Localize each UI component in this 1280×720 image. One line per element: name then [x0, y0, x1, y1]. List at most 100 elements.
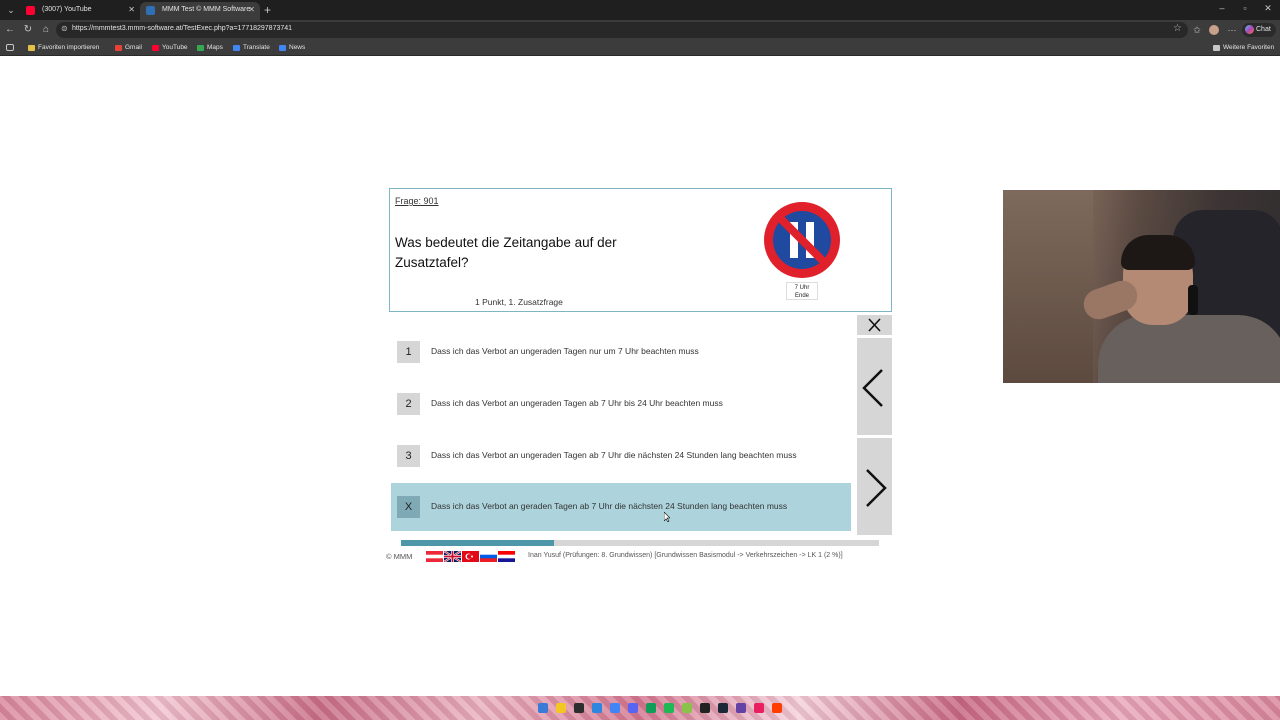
close-icon — [868, 318, 881, 332]
answer-option-4-selected[interactable]: X Dass ich das Verbot an geraden Tagen a… — [391, 483, 851, 531]
bookmark-label: Favoriten importieren — [38, 44, 100, 51]
bookmark-label: Gmail — [125, 44, 142, 51]
mmm-favicon-icon — [146, 6, 155, 15]
maximize-icon[interactable]: ▫ — [1235, 3, 1255, 13]
url-field[interactable]: ⊜ https://mmmtest3.mmm-software.at/TestE… — [56, 22, 1188, 38]
mouse-cursor-icon — [664, 512, 670, 522]
profile-avatar[interactable] — [1209, 25, 1219, 35]
answer-text: Dass ich das Verbot an ungeraden Tagen n… — [431, 346, 699, 356]
bookmark-label: YouTube — [162, 44, 188, 51]
other-bookmarks[interactable]: Weitere Favoriten — [1213, 42, 1274, 54]
taskbar-app-icon[interactable] — [772, 703, 782, 713]
taskbar-app-icon[interactable] — [556, 703, 566, 713]
taskbar-app-icon[interactable] — [538, 703, 548, 713]
back-icon[interactable]: ← — [2, 22, 18, 38]
more-menu-icon[interactable]: ⋯ — [1225, 23, 1239, 37]
additional-sign-panel: 7 Uhr Ende — [786, 282, 818, 300]
answer-text: Dass ich das Verbot an geraden Tagen ab … — [431, 501, 788, 511]
bookmark-label: News — [289, 44, 306, 51]
taskbar-app-icon[interactable] — [718, 703, 728, 713]
site-info-icon[interactable]: ⊜ — [61, 24, 68, 33]
bookmark-youtube[interactable]: YouTube — [152, 42, 188, 54]
folder-icon — [28, 45, 35, 51]
answer-marker: 2 — [397, 393, 420, 415]
tab-youtube[interactable]: (3007) YouTube ✕ — [20, 2, 140, 20]
tab-search-icon[interactable]: ⌄ — [4, 3, 18, 17]
copilot-icon — [1245, 25, 1254, 34]
taskbar-app-icon[interactable] — [646, 703, 656, 713]
austria-flag-icon[interactable] — [426, 551, 443, 562]
maps-icon — [197, 45, 204, 51]
tab-close-icon[interactable]: ✕ — [248, 2, 255, 18]
taskbar-app-icon[interactable] — [682, 703, 692, 713]
url-text: https://mmmtest3.mmm-software.at/TestExe… — [72, 25, 293, 32]
answer-option-3[interactable]: 3 Dass ich das Verbot an ungeraden Tagen… — [391, 432, 851, 480]
answer-option-1[interactable]: 1 Dass ich das Verbot an ungeraden Tagen… — [391, 328, 851, 376]
uk-flag-icon[interactable] — [444, 551, 461, 562]
chevron-right-icon — [866, 469, 887, 507]
progress-fill — [401, 540, 554, 546]
answer-option-2[interactable]: 2 Dass ich das Verbot an ungeraden Tagen… — [391, 380, 851, 428]
taskbar-app-icon[interactable] — [736, 703, 746, 713]
close-button[interactable] — [857, 315, 892, 335]
favorite-star-icon[interactable]: ☆ — [1173, 23, 1182, 34]
bookmarks-bar: Favoriten importieren Gmail YouTube Maps… — [0, 40, 1280, 56]
chat-label: Chat — [1256, 26, 1271, 33]
taskbar-app-icon[interactable] — [628, 703, 638, 713]
chevron-left-icon — [862, 369, 883, 407]
zusatz-line-2: Ende — [794, 293, 809, 299]
no-parking-odd-days-sign-icon — [764, 202, 840, 278]
taskbar-app-icon[interactable] — [592, 703, 602, 713]
new-tab-icon[interactable]: + — [264, 2, 271, 18]
previous-question-button[interactable] — [857, 338, 892, 435]
turkey-flag-icon[interactable] — [462, 551, 479, 562]
question-number[interactable]: Frage: 901 — [395, 196, 439, 206]
zusatz-line-1: 7 Uhr — [794, 285, 810, 291]
gmail-icon — [115, 45, 122, 51]
news-icon — [279, 45, 286, 51]
apps-icon[interactable] — [6, 44, 14, 51]
headset-icon — [1188, 285, 1198, 315]
webcam-overlay — [1003, 190, 1280, 383]
points-label: 1 Punkt, 1. Zusatzfrage — [475, 297, 563, 307]
bookmark-label: Translate — [243, 44, 270, 51]
webcam-person-hair — [1121, 235, 1195, 270]
bookmark-translate[interactable]: Translate — [233, 42, 270, 54]
bookmark-favoriten-importieren[interactable]: Favoriten importieren — [28, 42, 99, 54]
question-card: Frage: 901 Was bedeutet die Zeitangabe a… — [389, 188, 892, 312]
minimize-icon[interactable]: – — [1212, 3, 1232, 13]
taskbar-app-icon[interactable] — [700, 703, 710, 713]
tab-close-icon[interactable]: ✕ — [128, 2, 135, 18]
taskbar-app-icon[interactable] — [754, 703, 764, 713]
question-text: Was bedeutet die Zeitangabe auf der Zusa… — [395, 235, 617, 270]
taskbar-app-icon[interactable] — [574, 703, 584, 713]
answer-text: Dass ich das Verbot an ungeraden Tagen a… — [431, 450, 797, 460]
reload-icon[interactable]: ↻ — [20, 22, 36, 38]
slovenia-flag-icon[interactable] — [480, 551, 497, 562]
croatia-flag-icon[interactable] — [498, 551, 515, 562]
folder-icon — [1213, 45, 1220, 51]
home-icon[interactable]: ⌂ — [38, 22, 54, 38]
address-bar-row: ← ↻ ⌂ ⊜ https://mmmtest3.mmm-software.at… — [0, 20, 1280, 40]
bookmark-label: Maps — [207, 44, 223, 51]
taskbar-app-icon[interactable] — [610, 703, 620, 713]
language-flags — [426, 551, 515, 562]
favorites-icon[interactable]: ✩ — [1190, 23, 1204, 37]
bookmark-label: Weitere Favoriten — [1223, 44, 1275, 51]
webcam-person-body — [1098, 315, 1280, 383]
answer-marker: X — [397, 496, 420, 518]
answer-marker: 3 — [397, 445, 420, 467]
youtube-favicon-icon — [26, 6, 35, 15]
copilot-chat-button[interactable]: Chat — [1242, 23, 1276, 37]
tab-title: (3007) YouTube — [42, 6, 92, 13]
tab-mmm-test[interactable]: MMM Test © MMM Software 20… ✕ — [140, 2, 260, 29]
taskbar-app-icon[interactable] — [664, 703, 674, 713]
bookmark-news[interactable]: News — [279, 42, 305, 54]
next-question-button[interactable] — [857, 438, 892, 535]
bookmark-maps[interactable]: Maps — [197, 42, 223, 54]
window-close-icon[interactable]: ✕ — [1258, 3, 1278, 14]
progress-bar — [401, 540, 879, 546]
bookmark-gmail[interactable]: Gmail — [115, 42, 142, 54]
browser-tab-bar: ⌄ (3007) YouTube ✕ MMM Test © MMM Softwa… — [0, 0, 1280, 29]
windows-taskbar — [0, 696, 1280, 720]
